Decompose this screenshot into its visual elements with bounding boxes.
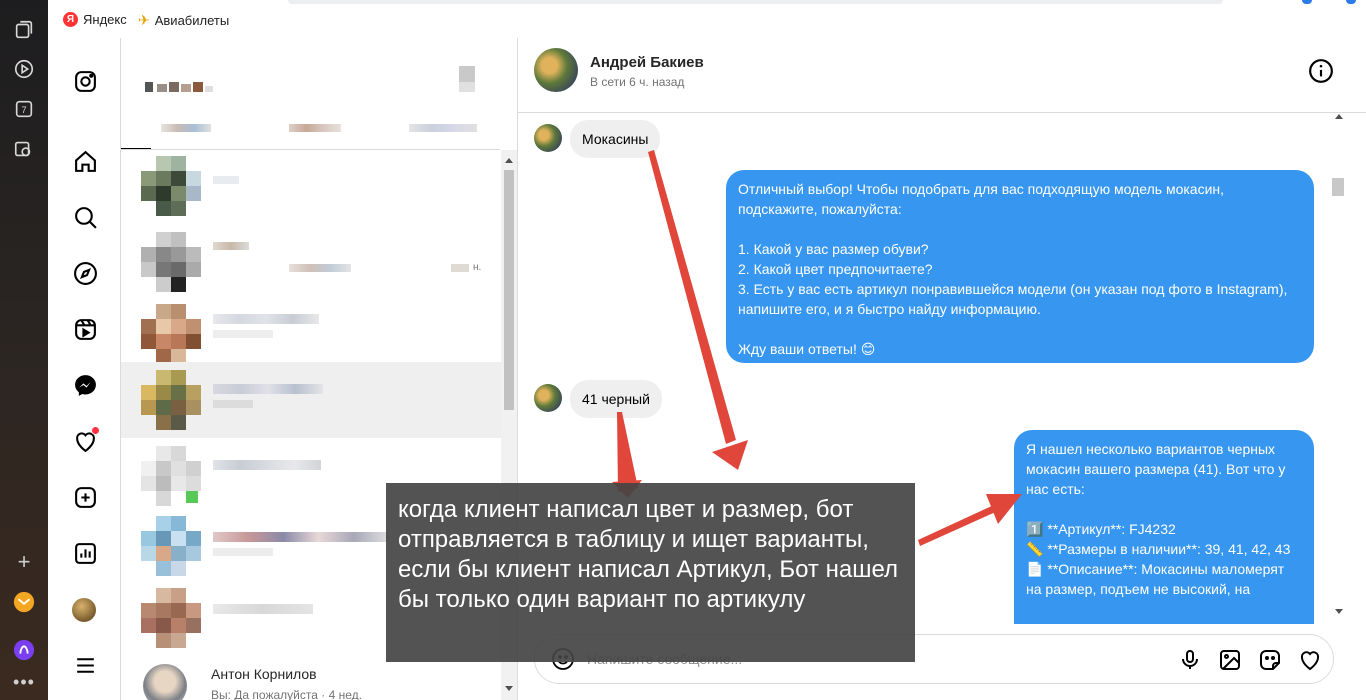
scroll-down-arrow[interactable] [505, 686, 513, 691]
alice-assistant-icon[interactable] [12, 638, 36, 662]
notification-dot [91, 426, 100, 435]
annotation-callout: когда клиент написал цвет и размер, бот … [386, 483, 915, 662]
tab-general[interactable] [289, 124, 341, 132]
contact-avatar[interactable] [534, 48, 578, 92]
conversation-list-header [121, 38, 517, 148]
sender-avatar [534, 124, 562, 152]
scroll-up-arrow[interactable] [505, 158, 513, 163]
bookmark-label: Авиабилеты [154, 13, 230, 28]
time-badge: н. [473, 262, 482, 273]
yandex-mail-icon[interactable] [12, 590, 36, 614]
explore-compass-icon[interactable] [72, 260, 98, 286]
tabs-divider [121, 149, 500, 150]
microphone-icon[interactable] [1177, 647, 1203, 673]
avatar [141, 156, 201, 216]
profile-icon[interactable] [1346, 0, 1356, 4]
sender-avatar [534, 384, 562, 412]
tab-requests[interactable] [409, 124, 477, 132]
conversation-item-selected[interactable] [121, 362, 501, 438]
message-incoming: Мокасины [570, 120, 661, 158]
yandex-logo-icon: Я [63, 12, 78, 27]
profile-avatar[interactable] [72, 598, 96, 622]
menu-hamburger-icon[interactable] [72, 652, 98, 678]
svg-text:7: 7 [21, 105, 26, 115]
conversation-name: Антон Корнилов [211, 666, 317, 682]
conversation-item[interactable] [121, 300, 501, 368]
chat-scroll-down-arrow[interactable] [1335, 609, 1343, 614]
avatar [141, 370, 201, 430]
conversation-item[interactable]: н. [121, 228, 501, 296]
create-post-icon[interactable] [72, 484, 98, 510]
conversation-item[interactable] [121, 152, 501, 220]
bookmarks-bar: Я Яндекс ✈ Авиабилеты [48, 0, 1366, 38]
messenger-icon[interactable] [72, 372, 98, 398]
message-outgoing: Я нашел несколько вариантов черных мокас… [1014, 430, 1314, 624]
bookmark-label: Яндекс [83, 12, 127, 27]
instagram-logo-icon[interactable] [72, 68, 98, 94]
extension-icon[interactable] [1302, 0, 1312, 4]
screen: 7 + ••• Я Яндекс ✈ Авиабилеты н. Антон К… [0, 0, 1366, 700]
bookmark-aviabilety[interactable]: ✈ Авиабилеты [138, 12, 229, 29]
info-icon[interactable] [1308, 58, 1334, 84]
conversation-item[interactable]: Антон Корнилов Вы: Да пожалуйста · 4 нед… [121, 656, 501, 700]
calendar-icon[interactable]: 7 [12, 97, 36, 121]
address-bar-extra [1013, 0, 1223, 4]
composer-actions [1177, 647, 1323, 673]
sticker-icon[interactable] [1257, 647, 1283, 673]
avatar [141, 232, 201, 292]
more-icon[interactable]: ••• [12, 670, 36, 694]
screenshot-icon[interactable] [12, 137, 36, 161]
chat-header: Андрей Бакиев В сети 6 ч. назад [518, 38, 1366, 113]
bookmark-yandex[interactable]: Я Яндекс [63, 12, 127, 27]
airplane-icon: ✈ [138, 12, 150, 28]
avatar [141, 446, 201, 506]
contact-status: В сети 6 ч. назад [590, 75, 685, 89]
conversation-preview: Вы: Да пожалуйста · 4 нед. [211, 688, 362, 700]
insights-chart-icon[interactable] [72, 540, 98, 566]
add-panel-icon[interactable]: + [12, 550, 36, 574]
tab-primary[interactable] [161, 124, 211, 132]
message-incoming: 41 черный [570, 380, 662, 418]
home-icon[interactable] [72, 148, 98, 174]
heart-icon[interactable] [1297, 647, 1323, 673]
message-outgoing: Отличный выбор! Чтобы подобрать для вас … [726, 170, 1314, 363]
address-bar[interactable] [288, 0, 1058, 4]
reels-icon[interactable] [72, 316, 98, 342]
new-message-icon[interactable] [459, 66, 475, 82]
browser-sidebar: 7 + ••• [0, 0, 48, 700]
notifications-heart-icon[interactable] [72, 426, 100, 454]
contact-name[interactable]: Андрей Бакиев [590, 54, 704, 71]
image-icon[interactable] [1217, 647, 1243, 673]
search-icon[interactable] [72, 204, 98, 230]
conversation-scroll-thumb[interactable] [504, 170, 514, 410]
avatar [143, 664, 187, 700]
chat-scroll-up-arrow[interactable] [1335, 114, 1343, 119]
avatar [141, 588, 201, 648]
tabs-icon[interactable] [12, 18, 36, 42]
chat-scroll-thumb[interactable] [1332, 178, 1344, 196]
avatar [141, 516, 201, 576]
avatar [141, 304, 201, 364]
video-play-icon[interactable] [12, 57, 36, 81]
instagram-nav [48, 38, 121, 700]
